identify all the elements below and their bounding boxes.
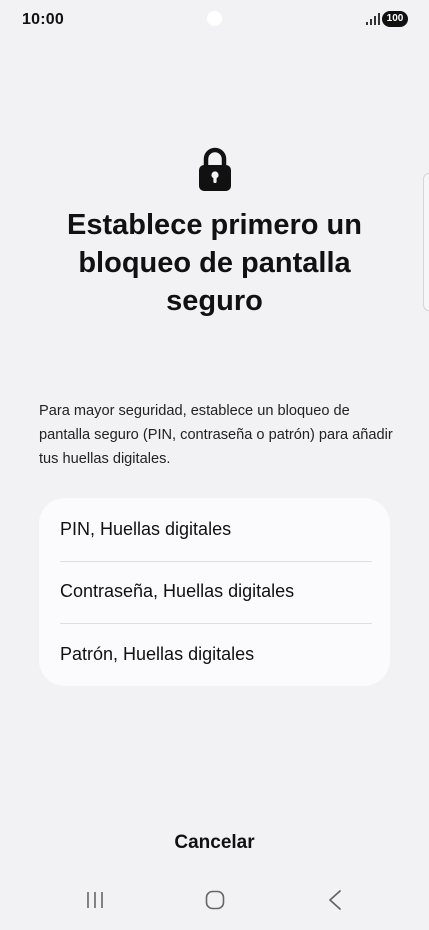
edge-panel-handle[interactable]: [423, 173, 429, 311]
padlock-icon: [199, 147, 231, 191]
status-bar: 10:00 100: [0, 0, 429, 40]
signal-bars-icon: [366, 13, 380, 25]
option-pin-fingerprints[interactable]: PIN, Huellas digitales: [39, 498, 390, 561]
battery-indicator: 100: [382, 11, 408, 27]
lock-options-list: PIN, Huellas digitales Contraseña, Huell…: [39, 498, 390, 686]
back-icon[interactable]: [325, 889, 345, 911]
screen: 10:00 100 Establece primero un bloqueo d…: [0, 0, 429, 930]
option-password-fingerprints[interactable]: Contraseña, Huellas digitales: [39, 560, 390, 624]
home-icon[interactable]: [205, 890, 225, 910]
page-title: Establece primero un bloqueo de pantalla…: [67, 209, 362, 317]
navigation-bar: [0, 874, 429, 930]
description-text: Para mayor seguridad, establece un bloqu…: [39, 403, 393, 467]
option-pattern-fingerprints[interactable]: Patrón, Huellas digitales: [39, 623, 390, 686]
recent-apps-icon[interactable]: [85, 890, 105, 910]
cancel-button[interactable]: Cancelar: [0, 832, 429, 854]
front-camera: [207, 11, 222, 26]
status-time: 10:00: [22, 11, 64, 28]
